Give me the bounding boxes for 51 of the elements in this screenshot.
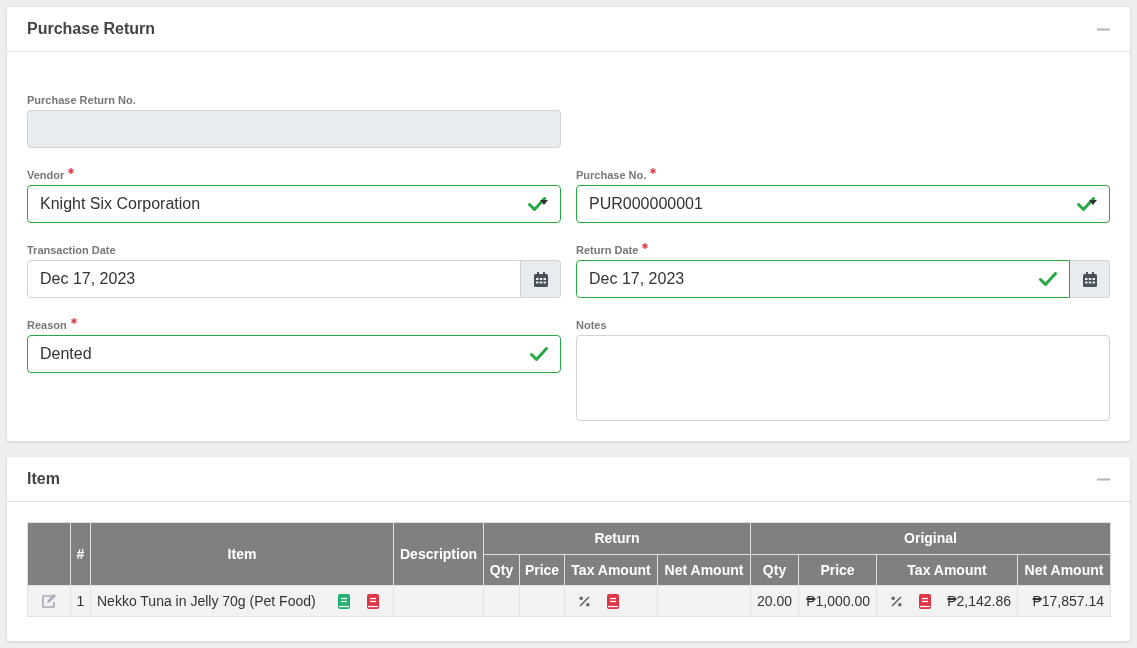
column-group-header: Return — [483, 522, 751, 555]
book-icon[interactable] — [919, 593, 931, 609]
column-header: Net Amount — [1017, 554, 1111, 586]
table-cell: ₱17,857.14 — [1032, 592, 1105, 609]
field-label: Vendor — [27, 168, 65, 181]
book-icon[interactable] — [338, 593, 350, 609]
check-icon — [1039, 272, 1057, 286]
required-icon — [70, 318, 77, 324]
panel-title: Item — [27, 469, 60, 489]
table-cell: ₱1,000.00 — [806, 592, 870, 609]
date-field[interactable]: Dec 17, 2023 — [27, 260, 561, 298]
field-label: Purchase Return No. — [27, 93, 136, 106]
column-header: Description — [393, 522, 484, 586]
column-header: Price — [798, 554, 877, 586]
column-header: Tax Amount — [876, 554, 1018, 586]
book-icon[interactable] — [367, 593, 379, 609]
date-field[interactable]: Dec 17, 2023 — [576, 260, 1110, 298]
required-icon — [68, 168, 75, 174]
column-header: Item — [90, 522, 394, 586]
column-header: # — [70, 522, 91, 586]
select-field[interactable]: Knight Six Corporation — [27, 185, 561, 223]
required-icon — [650, 168, 657, 174]
column-group-header: Original — [750, 522, 1111, 555]
field-label: Return Date — [576, 243, 639, 256]
field-label: Purchase No. — [576, 168, 647, 181]
panel-title: Purchase Return — [27, 19, 156, 39]
book-icon[interactable] — [607, 593, 619, 609]
percent-icon[interactable] — [891, 595, 902, 607]
column-header: Tax Amount — [564, 554, 658, 586]
column-header: Qty — [750, 554, 799, 586]
percent-icon[interactable] — [579, 595, 590, 607]
field-label: Notes — [576, 318, 607, 331]
check-icon — [1077, 197, 1095, 211]
field-label: Reason — [27, 318, 67, 331]
caret-icon — [1089, 199, 1097, 205]
required-icon — [642, 243, 649, 249]
calendar-icon — [1082, 271, 1097, 287]
input-field[interactable]: Dented — [27, 335, 561, 373]
table-cell-text: Nekko Tuna in Jelly 70g (Pet Food) — [97, 591, 317, 611]
check-icon — [528, 197, 546, 211]
caret-icon — [540, 199, 548, 205]
field-label: Transaction Date — [27, 243, 116, 256]
notes-field[interactable] — [576, 335, 1110, 421]
calendar-icon — [533, 271, 548, 287]
check-icon — [530, 347, 548, 361]
table-cell-text: ₱2,142.86 — [946, 591, 1011, 611]
calendar-button[interactable] — [1070, 260, 1110, 298]
table-cell: 20.00 — [757, 592, 793, 609]
calendar-button[interactable] — [521, 260, 561, 298]
select-field[interactable]: PUR000000001 — [576, 185, 1110, 223]
column-header: Net Amount — [657, 554, 751, 586]
